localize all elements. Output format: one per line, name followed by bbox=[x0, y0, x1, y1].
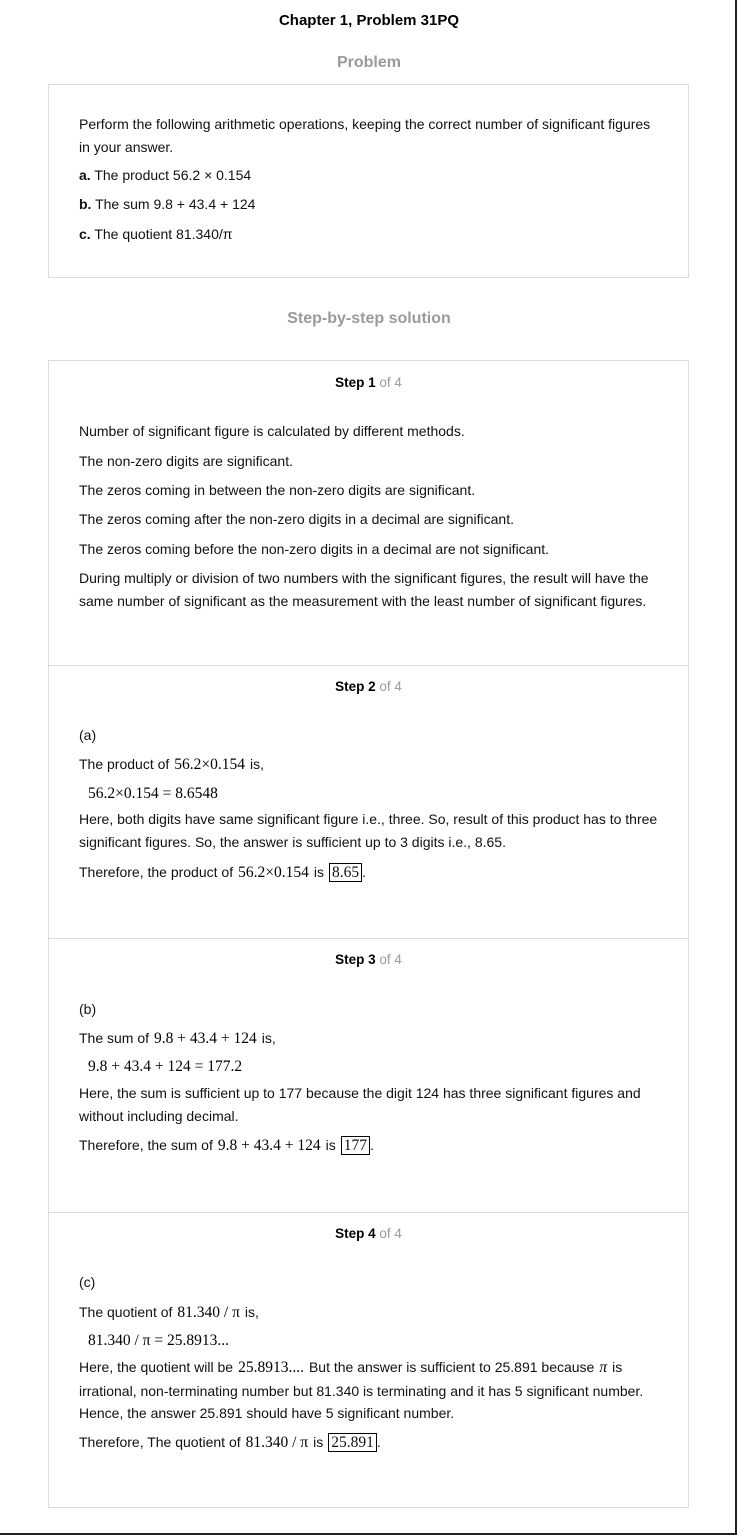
period: . bbox=[376, 1434, 381, 1450]
step-3-part-label: (b) bbox=[79, 1001, 97, 1017]
math-expression: 9.8 + 43.4 + 124 bbox=[217, 1137, 321, 1154]
period: . bbox=[362, 864, 366, 880]
step-1-line: The zeros coming after the non-zero digi… bbox=[79, 511, 514, 527]
step-count: of 4 bbox=[379, 375, 402, 390]
step-count: of 4 bbox=[379, 679, 402, 694]
math-expression: 81.340 / π bbox=[245, 1434, 309, 1451]
problem-heading: Problem bbox=[336, 54, 401, 71]
boxed-answer: 177 bbox=[340, 1136, 370, 1155]
step-3-equation: 9.8 + 43.4 + 124 = 177.2 bbox=[88, 1058, 243, 1075]
part-label: c. bbox=[79, 226, 91, 242]
step-3-therefore: Therefore, the sum of 9.8 + 43.4 + 124 is 1… bbox=[79, 1134, 658, 1157]
solution-box: Step 1 of 4 Number of significant figure… bbox=[48, 360, 689, 1508]
step-4-part-label: (c) bbox=[79, 1274, 96, 1290]
part-text: The product 56.2 × 0.154 bbox=[94, 167, 252, 183]
step-1-title: Step 1 of 4 bbox=[49, 375, 688, 390]
step-4-therefore: Therefore, The quotient of 81.340 / π is 25… bbox=[79, 1431, 658, 1454]
step-1-line: Number of significant figure is calculat… bbox=[79, 423, 465, 439]
step-2-therefore: Therefore, the product of 56.2×0.154 is 8.6… bbox=[79, 861, 658, 884]
part-text: The quotient 81.340/π bbox=[94, 226, 233, 242]
is-word: is bbox=[313, 1434, 324, 1450]
step-2-title: Step 2 of 4 bbox=[49, 679, 688, 694]
step-divider bbox=[49, 938, 688, 939]
page-title: Chapter 1, Problem 31PQ bbox=[278, 12, 460, 29]
step-count: of 4 bbox=[379, 952, 402, 967]
step-4-explanation: Here, the quotient will be 25.8913.... But… bbox=[79, 1356, 658, 1425]
step-1-line: The zeros coming before the non-zero dig… bbox=[79, 541, 550, 557]
step-1-line: The zeros coming in between the non-zero… bbox=[79, 482, 476, 498]
step-2-part-label: (a) bbox=[79, 727, 97, 743]
problem-box: Perform the following arithmetic operati… bbox=[48, 84, 689, 278]
lead-text: The product of bbox=[79, 756, 170, 772]
lead-tail: is, bbox=[250, 756, 265, 772]
problem-part-c: c. The quotient 81.340/π bbox=[79, 223, 658, 246]
lead-tail: is, bbox=[244, 1304, 259, 1320]
page-right-border bbox=[735, 0, 737, 1535]
explanation-text: But the answer is sufficient to 25.891 b… bbox=[308, 1359, 595, 1375]
problem-part-b: b. The sum 9.8 + 43.4 + 124 bbox=[79, 193, 658, 216]
solution-heading: Step-by-step solution bbox=[287, 310, 451, 327]
step-4-equation: 81.340 / π = 25.8913... bbox=[88, 1332, 229, 1349]
step-label: Step 2 bbox=[335, 679, 376, 694]
pi-symbol: π bbox=[599, 1359, 608, 1376]
step-label: Step 3 bbox=[335, 952, 376, 967]
step-divider bbox=[49, 1212, 688, 1213]
step-2-explanation: Here, both digits have same significant … bbox=[79, 811, 658, 850]
therefore-text: Therefore, The quotient of bbox=[79, 1434, 241, 1450]
math-expression: 56.2×0.154 bbox=[238, 864, 309, 881]
period: . bbox=[369, 1137, 374, 1153]
boxed-answer: 8.65 bbox=[328, 863, 363, 882]
problem-part-a: a. The product 56.2 × 0.154 bbox=[79, 164, 658, 187]
lead-text: The quotient of bbox=[79, 1304, 173, 1320]
step-1-line: The non-zero digits are significant. bbox=[79, 453, 293, 469]
step-4-title: Step 4 of 4 bbox=[49, 1226, 688, 1241]
math-expression: 81.340 / π bbox=[177, 1304, 240, 1321]
problem-intro: Perform the following arithmetic operati… bbox=[79, 116, 651, 155]
part-label: b. bbox=[79, 196, 92, 212]
therefore-text: Therefore, the product of bbox=[79, 864, 234, 880]
step-2-equation: 56.2×0.154 = 8.6548 bbox=[88, 785, 218, 802]
math-expression: 9.8 + 43.4 + 124 bbox=[154, 1030, 257, 1047]
step-3-title: Step 3 of 4 bbox=[49, 952, 688, 967]
lead-tail: is, bbox=[261, 1030, 276, 1046]
math-expression: 56.2×0.154 bbox=[174, 756, 246, 773]
step-divider bbox=[49, 665, 688, 666]
explanation-text: Here, the quotient will be bbox=[79, 1359, 234, 1375]
step-count: of 4 bbox=[379, 1226, 402, 1241]
step-3-explanation: Here, the sum is sufficient up to 177 be… bbox=[79, 1085, 641, 1124]
step-label: Step 4 bbox=[335, 1226, 376, 1241]
step-2-lead: The product of 56.2×0.154 is, bbox=[79, 753, 658, 776]
step-1-line: During multiply or division of two numbe… bbox=[79, 570, 649, 609]
is-word: is bbox=[325, 1137, 336, 1153]
step-3-lead: The sum of 9.8 + 43.4 + 124 is, bbox=[79, 1027, 658, 1050]
part-text: The sum 9.8 + 43.4 + 124 bbox=[95, 196, 256, 212]
step-label: Step 1 bbox=[335, 375, 376, 390]
is-word: is bbox=[313, 864, 324, 880]
math-expression: 25.8913.... bbox=[238, 1359, 304, 1376]
lead-text: The sum of bbox=[79, 1030, 150, 1046]
step-4-lead: The quotient of 81.340 / π is, bbox=[79, 1301, 658, 1324]
boxed-answer: 25.891 bbox=[328, 1433, 377, 1452]
part-label: a. bbox=[79, 167, 91, 183]
therefore-text: Therefore, the sum of bbox=[79, 1137, 213, 1153]
